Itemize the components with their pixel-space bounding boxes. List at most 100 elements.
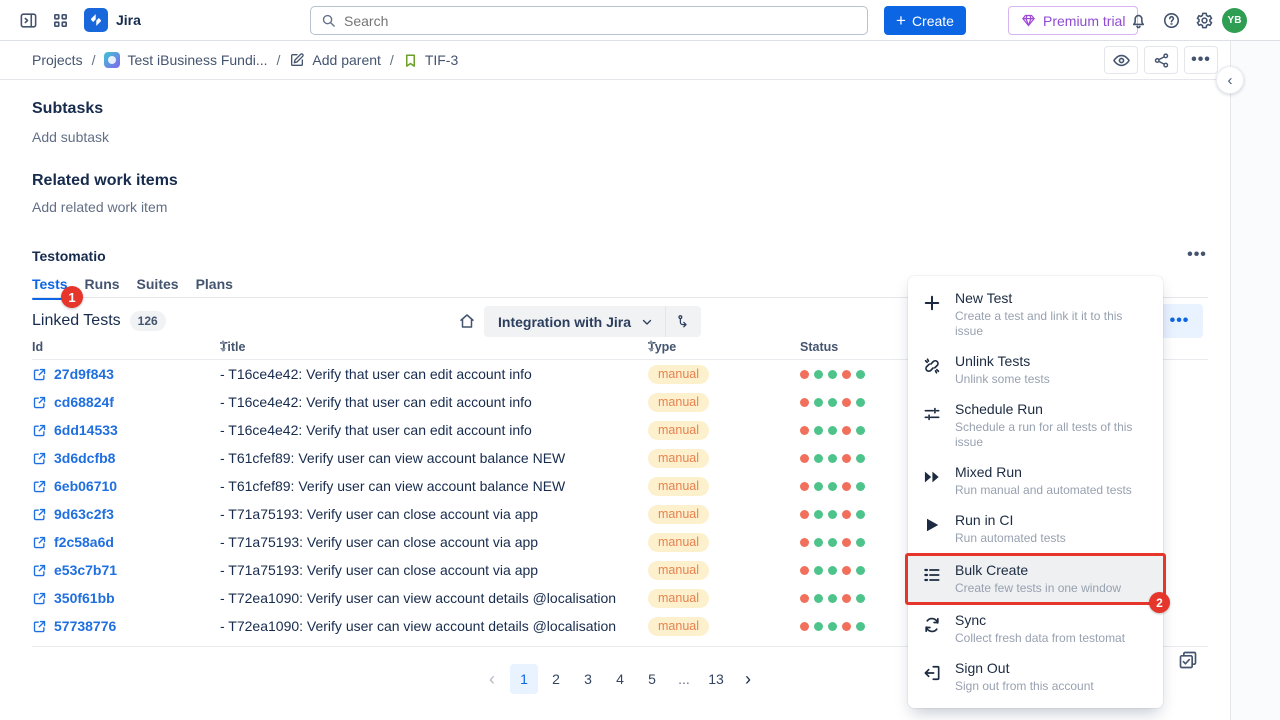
status-dot-fail (800, 482, 809, 491)
column-header-title[interactable]: Title (220, 340, 245, 354)
menu-item-sync[interactable]: SyncCollect fresh data from testomat (908, 605, 1163, 653)
test-title: - T61cfef89: Verify user can view accoun… (220, 444, 565, 472)
type-badge: manual (648, 365, 709, 384)
issue-more-actions-icon[interactable]: ••• (1184, 46, 1218, 74)
pagination-prev-icon[interactable]: ‹ (478, 664, 506, 694)
pagination-page-3[interactable]: 3 (574, 664, 602, 694)
test-status-dots (800, 584, 865, 612)
test-id-link[interactable]: e53c7b71 (32, 556, 117, 584)
pagination-page-13[interactable]: 13 (702, 664, 730, 694)
status-dot-pass (814, 594, 823, 603)
notifications-icon[interactable] (1124, 6, 1152, 34)
pagination-page-1[interactable]: 1 (510, 664, 538, 694)
help-icon[interactable] (1157, 6, 1185, 34)
premium-trial-button[interactable]: Premium trial (1008, 6, 1138, 35)
play-icon (922, 515, 942, 535)
external-link-icon (32, 591, 47, 606)
app-switcher-icon[interactable] (46, 6, 74, 34)
type-badge: manual (648, 533, 709, 552)
status-dot-pass (814, 454, 823, 463)
test-id-link[interactable]: f2c58a6d (32, 528, 114, 556)
create-button[interactable]: + Create (884, 6, 966, 35)
global-search[interactable] (310, 6, 868, 35)
external-link-icon (32, 451, 47, 466)
chevron-down-icon (641, 316, 653, 328)
test-title: - T71a75193: Verify user can close accou… (220, 500, 538, 528)
test-status-dots (800, 444, 865, 472)
menu-item-schedule-run[interactable]: Schedule RunSchedule a run for all tests… (908, 394, 1163, 457)
status-dot-pass (856, 482, 865, 491)
status-dot-pass (856, 538, 865, 547)
test-status-dots (800, 500, 865, 528)
external-link-icon (32, 563, 47, 578)
menu-item-subtitle: Create a test and link it it to this iss… (955, 309, 1149, 339)
home-icon[interactable] (456, 310, 478, 332)
branch-filter-dropdown[interactable]: Integration with Jira (484, 306, 701, 337)
sliders-icon (922, 404, 942, 424)
status-dot-pass (856, 398, 865, 407)
list-icon (922, 565, 942, 585)
right-panel-area (1231, 41, 1280, 720)
collapse-panel-button[interactable]: ‹ (1216, 66, 1244, 94)
issue-key-link[interactable]: TIF-3 (403, 52, 458, 68)
test-type-cell: manual (648, 528, 709, 556)
breadcrumb-project[interactable]: Test iBusiness Fundi... (104, 52, 267, 68)
watch-eye-icon[interactable] (1104, 46, 1138, 74)
pagination-page-2[interactable]: 2 (542, 664, 570, 694)
status-dot-pass (828, 622, 837, 631)
menu-item-bulk-create[interactable]: Bulk CreateCreate few tests in one windo… (905, 553, 1166, 605)
add-related-item-button[interactable]: Add related work item (32, 199, 167, 215)
test-id-link[interactable]: 350f61bb (32, 584, 115, 612)
status-dot-pass (856, 594, 865, 603)
pagination-page-5[interactable]: 5 (638, 664, 666, 694)
gem-icon (1021, 13, 1036, 28)
test-status-dots (800, 528, 865, 556)
unlink-icon (922, 356, 942, 376)
annotation-step-1: 1 (61, 286, 83, 308)
git-branch-icon[interactable] (665, 306, 691, 337)
test-id-link[interactable]: 6eb06710 (32, 472, 117, 500)
menu-item-subtitle: Unlink some tests (955, 372, 1050, 387)
add-subtask-button[interactable]: Add subtask (32, 129, 109, 145)
add-parent-button[interactable]: Add parent (289, 52, 381, 68)
test-title: - T61cfef89: Verify user can view accoun… (220, 472, 565, 500)
related-items-heading: Related work items (32, 172, 178, 190)
test-id-link[interactable]: 6dd14533 (32, 416, 118, 444)
breadcrumb-projects[interactable]: Projects (32, 52, 83, 68)
menu-item-new-test[interactable]: New TestCreate a test and link it it to … (908, 283, 1163, 346)
menu-item-unlink-tests[interactable]: Unlink TestsUnlink some tests (908, 346, 1163, 394)
column-header-type[interactable]: Type (648, 340, 676, 354)
test-id-link[interactable]: 3d6dcfb8 (32, 444, 115, 472)
multi-select-icon[interactable] (1178, 650, 1198, 670)
test-type-cell: manual (648, 556, 709, 584)
menu-item-run-in-ci[interactable]: Run in CIRun automated tests (908, 505, 1163, 553)
settings-gear-icon[interactable] (1190, 6, 1218, 34)
test-id-link[interactable]: 57738776 (32, 612, 116, 640)
plus-icon (922, 293, 942, 313)
external-link-icon (32, 619, 47, 634)
share-icon[interactable] (1144, 46, 1178, 74)
jira-logo[interactable] (84, 8, 108, 32)
edit-pencil-icon (289, 52, 305, 68)
status-dot-fail (842, 482, 851, 491)
pagination-ellipsis: ... (670, 664, 698, 694)
testomatio-more-icon[interactable]: ••• (1182, 244, 1212, 266)
test-id-link[interactable]: 27d9f843 (32, 360, 114, 388)
linked-tests-more-button[interactable]: ••• (1156, 304, 1203, 338)
menu-item-title: Sign Out (955, 660, 1094, 677)
pagination-next-icon[interactable]: › (734, 664, 762, 694)
test-id-link[interactable]: 9d63c2f3 (32, 500, 114, 528)
menu-item-sign-out[interactable]: Sign OutSign out from this account (908, 653, 1163, 701)
status-dot-fail (800, 510, 809, 519)
status-dot-fail (800, 426, 809, 435)
status-dot-pass (828, 566, 837, 575)
search-input[interactable] (344, 13, 857, 29)
status-dot-fail (800, 538, 809, 547)
user-avatar[interactable]: YB (1222, 8, 1247, 33)
menu-item-mixed-run[interactable]: Mixed RunRun manual and automated tests (908, 457, 1163, 505)
pagination-page-4[interactable]: 4 (606, 664, 634, 694)
status-dot-pass (814, 426, 823, 435)
sidebar-toggle-icon[interactable] (14, 6, 42, 34)
project-avatar-icon (104, 52, 120, 68)
test-id-link[interactable]: cd68824f (32, 388, 114, 416)
